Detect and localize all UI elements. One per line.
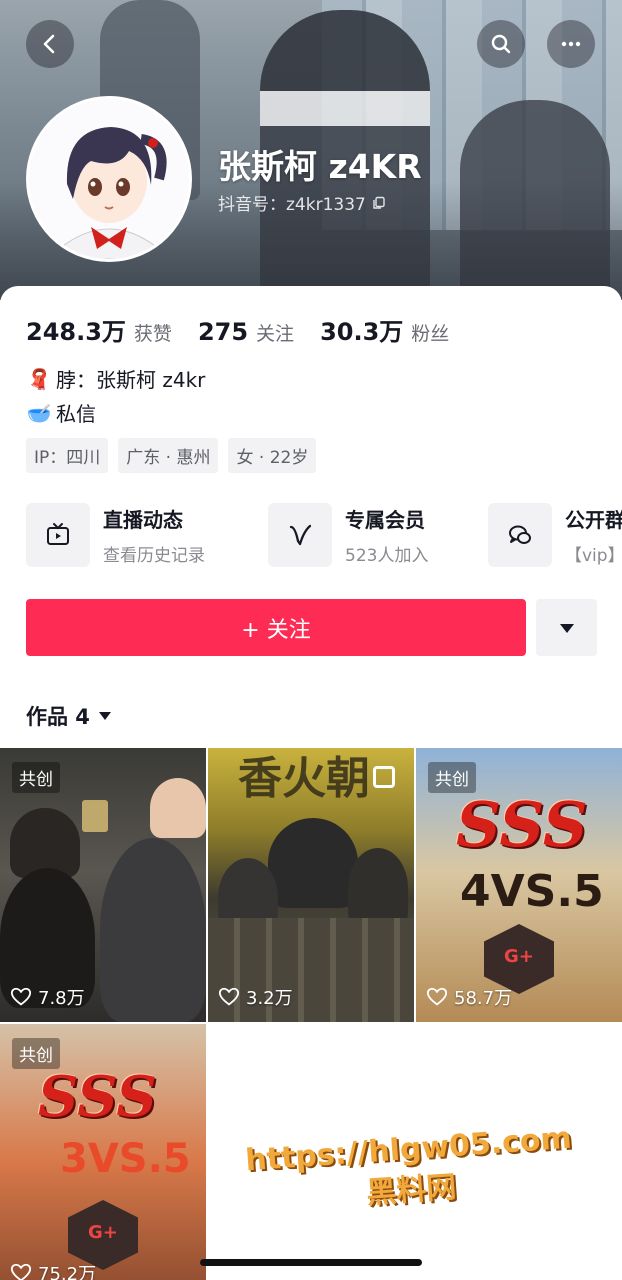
feature-icon-box <box>268 503 332 567</box>
thumb-person <box>100 838 206 1022</box>
scarf-icon: 🧣 <box>26 366 52 391</box>
like-count-text: 75.2万 <box>38 1264 97 1280</box>
search-icon <box>491 34 511 54</box>
rank-label: G+ <box>88 1222 118 1243</box>
multi-image-icon <box>373 766 395 788</box>
thumb-person <box>268 818 358 908</box>
avatar[interactable] <box>26 96 192 262</box>
back-button[interactable] <box>26 20 74 68</box>
feature-title: 直播动态 <box>103 508 183 532</box>
stat-likes[interactable]: 248.3万 获赞 <box>26 312 172 347</box>
stats-row: 248.3万 获赞 275 关注 30.3万 粉丝 <box>26 312 449 347</box>
bio-line-2: 🥣 私信 <box>26 398 96 427</box>
thumb-person <box>150 778 206 838</box>
work-tile[interactable]: 共创 7.8万 <box>0 748 206 1022</box>
feature-subtitle: 523人加入 <box>345 546 429 566</box>
stat-label: 粉丝 <box>411 323 450 345</box>
feature-subtitle: 查看历史记录 <box>103 546 205 566</box>
profile-tags: IP：四川 广东 · 惠州 女 · 22岁 <box>26 438 317 473</box>
tv-play-icon <box>47 523 69 545</box>
work-tile[interactable]: SSS 3VS.5 G+ 共创 75.2万 <box>0 1024 206 1280</box>
bio-line-1: 🧣 脖：张斯柯 z4kr <box>26 364 206 393</box>
feature-live-history[interactable]: 直播动态 查看历史记录 <box>26 503 205 567</box>
tag-location: 广东 · 惠州 <box>118 438 219 473</box>
feature-vip-membership[interactable]: 专属会员 523人加入 <box>268 503 428 567</box>
more-options-button[interactable] <box>547 20 595 68</box>
feature-row: 直播动态 查看历史记录 专属会员 523人加入 公开群 【vip】 <box>26 503 622 567</box>
feature-subtitle: 【vip】 <box>565 546 622 566</box>
more-dots-icon <box>561 41 581 47</box>
work-tile[interactable]: 香火朝 3.2万 <box>208 748 414 1022</box>
heart-icon <box>10 987 32 1006</box>
douyin-id-row[interactable]: 抖音号：z4kr1337 <box>218 190 386 215</box>
profile-name: 张斯柯 z4KR <box>218 147 422 186</box>
stat-number: 248.3万 <box>26 318 126 346</box>
douyin-id: 抖音号：z4kr1337 <box>218 195 366 215</box>
heart-icon <box>426 987 448 1006</box>
like-count-text: 7.8万 <box>38 988 85 1009</box>
work-tile[interactable]: SSS 4VS.5 G+ 共创 58.7万 <box>416 748 622 1022</box>
feature-title: 专属会员 <box>345 508 425 532</box>
heart-icon <box>10 1263 32 1280</box>
like-count: 75.2万 <box>10 1260 96 1280</box>
co-create-badge: 共创 <box>12 1038 60 1069</box>
home-indicator[interactable] <box>200 1259 422 1266</box>
feature-icon-box <box>26 503 90 567</box>
copy-icon[interactable] <box>372 196 386 210</box>
vs-label: 4VS.5 <box>460 866 604 917</box>
caret-down-icon <box>98 712 111 720</box>
like-count: 7.8万 <box>10 984 85 1010</box>
bowl-icon: 🥣 <box>26 400 52 425</box>
search-button[interactable] <box>477 20 525 68</box>
like-count: 3.2万 <box>218 984 293 1010</box>
caret-down-icon <box>559 623 574 633</box>
bio-text-1: 脖：张斯柯 z4kr <box>56 368 206 392</box>
works-title-label: 作品 4 <box>26 705 90 729</box>
feature-icon-box <box>488 503 552 567</box>
group-chat-icon <box>509 525 531 544</box>
stat-number: 30.3万 <box>320 318 404 346</box>
works-tab[interactable]: 作品 4 <box>26 701 112 731</box>
sss-logo: SSS <box>38 1064 157 1130</box>
stat-number: 275 <box>197 318 249 346</box>
stat-followers[interactable]: 30.3万 粉丝 <box>320 312 449 347</box>
rank-label: G+ <box>504 946 534 967</box>
tag-ip: IP：四川 <box>26 438 109 473</box>
beer-glass <box>82 800 108 832</box>
like-count-text: 58.7万 <box>454 988 513 1009</box>
stat-following[interactable]: 275 关注 <box>198 318 294 346</box>
follow-dropdown-button[interactable] <box>536 599 597 656</box>
feature-title: 公开群 <box>565 508 622 532</box>
feature-public-group[interactable]: 公开群 【vip】 <box>488 503 622 567</box>
vs-label: 3VS.5 <box>60 1136 191 1182</box>
chevron-left-icon <box>43 34 55 54</box>
co-create-badge: 共创 <box>428 762 476 793</box>
like-count-text: 3.2万 <box>246 988 293 1009</box>
follow-button[interactable]: + 关注 <box>26 599 526 656</box>
thumb-person <box>348 848 408 928</box>
co-create-badge: 共创 <box>12 762 60 793</box>
sss-logo: SSS <box>456 788 588 861</box>
like-count: 58.7万 <box>426 984 512 1010</box>
bio-text-2: 私信 <box>56 402 96 426</box>
stat-label: 获赞 <box>133 323 172 345</box>
tag-gender-age: 女 · 22岁 <box>228 438 317 473</box>
team-banner-text: 香火朝 <box>238 753 370 804</box>
anime-girl-avatar-image <box>29 99 189 259</box>
stat-label: 关注 <box>256 323 295 345</box>
vip-v-icon <box>289 524 312 546</box>
heart-icon <box>218 987 240 1006</box>
